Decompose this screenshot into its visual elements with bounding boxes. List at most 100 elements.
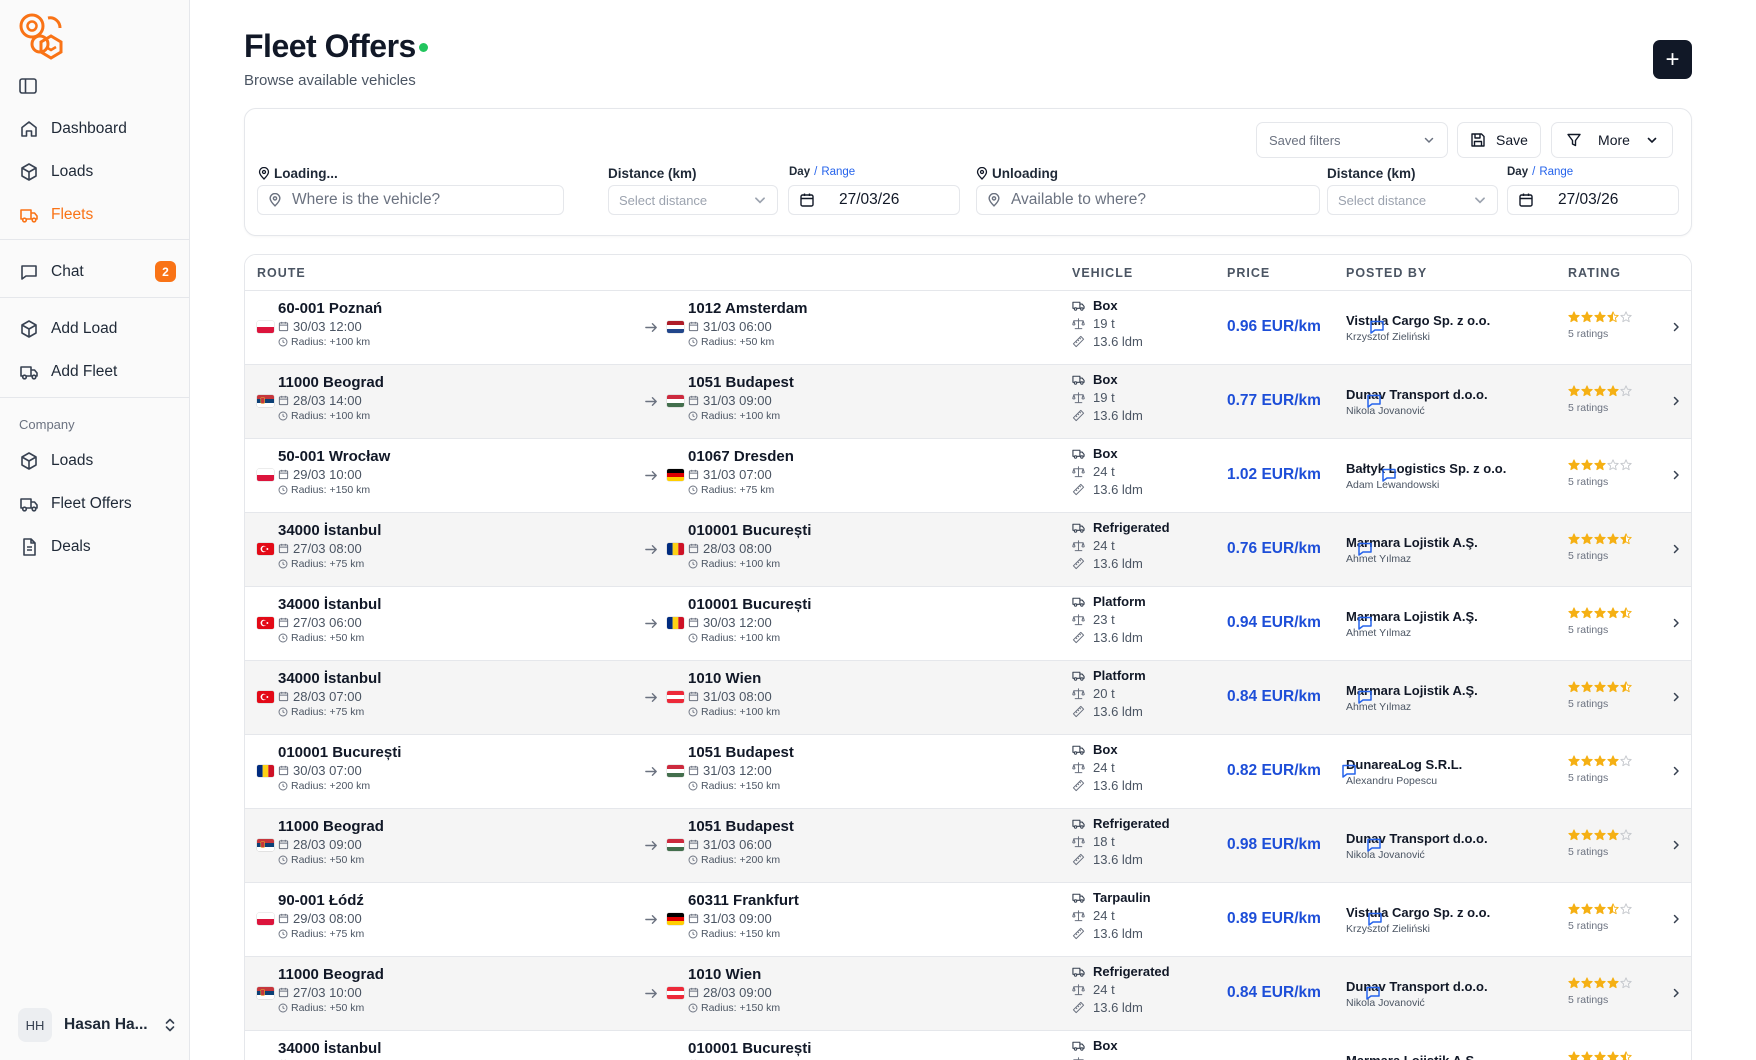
- origin-date-text: 28/03 09:00: [293, 837, 362, 852]
- message-icon[interactable]: [1366, 393, 1382, 409]
- table-row[interactable]: 60-001 Poznań 30/03 12:00 Radius: +100 k…: [245, 291, 1691, 365]
- user-menu[interactable]: HH Hasan Ha...: [18, 1008, 178, 1042]
- nav-fleets[interactable]: Fleets: [0, 193, 190, 236]
- nav-chat[interactable]: Chat 2: [0, 250, 190, 293]
- day-label[interactable]: Day: [789, 166, 810, 178]
- chevron-right-icon[interactable]: [1670, 543, 1682, 555]
- message-icon[interactable]: [1367, 911, 1383, 927]
- unloading-location-input[interactable]: Available to where?: [976, 185, 1320, 215]
- ruler-icon: [1072, 1001, 1085, 1014]
- calendar-icon: [278, 543, 289, 554]
- calendar-icon: [688, 839, 699, 850]
- nav-loads[interactable]: Loads: [0, 150, 190, 193]
- message-icon[interactable]: [1357, 615, 1373, 631]
- nav-dashboard[interactable]: Dashboard: [0, 107, 190, 150]
- column-header-rating[interactable]: RATING: [1568, 266, 1621, 280]
- nav-fleet-offers[interactable]: Fleet Offers: [0, 482, 190, 525]
- chevron-right-icon[interactable]: [1670, 395, 1682, 407]
- ruler-icon: [1072, 779, 1085, 792]
- calendar-icon: [688, 691, 699, 702]
- chevron-right-icon[interactable]: [1670, 839, 1682, 851]
- add-fleet-offer-button[interactable]: +: [1653, 40, 1692, 79]
- table-row[interactable]: 34000 İstanbul 27/03 06:00 Radius: +50 k…: [245, 587, 1691, 661]
- table-row[interactable]: 010001 București 30/03 07:00 Radius: +20…: [245, 735, 1691, 809]
- ruler-icon: [1072, 557, 1085, 570]
- save-filter-button[interactable]: Save: [1457, 122, 1541, 158]
- message-icon[interactable]: [1341, 763, 1357, 779]
- contact-name: Nikola Jovanović: [1346, 997, 1425, 1009]
- day-label[interactable]: Day: [1507, 166, 1528, 178]
- column-header-route[interactable]: ROUTE: [257, 266, 306, 280]
- nav-company-loads[interactable]: Loads: [0, 439, 190, 482]
- column-header-vehicle[interactable]: VEHICLE: [1072, 266, 1133, 280]
- message-icon[interactable]: [1365, 985, 1381, 1001]
- nav-add-load[interactable]: Add Load: [0, 307, 190, 350]
- company-name[interactable]: DunareaLog S.R.L.: [1346, 757, 1462, 772]
- vehicle-weight: 24 t: [1072, 760, 1115, 775]
- column-header-posted-by[interactable]: POSTED BY: [1346, 266, 1427, 280]
- chevron-right-icon[interactable]: [1670, 321, 1682, 333]
- origin-city: 34000 İstanbul: [278, 670, 382, 687]
- box-icon: [21, 319, 37, 338]
- message-icon[interactable]: [1381, 467, 1397, 483]
- vehicle-type-text: Box: [1093, 298, 1118, 313]
- table-row[interactable]: 90-001 Łódź 29/03 08:00 Radius: +75 km 6…: [245, 883, 1691, 957]
- star-icon: [1607, 681, 1619, 693]
- ratings-count: 5 ratings: [1568, 772, 1609, 784]
- table-row[interactable]: 11000 Beograd 27/03 10:00 Radius: +50 km…: [245, 957, 1691, 1031]
- vehicle-ldm: 13.6 ldm: [1072, 482, 1143, 497]
- loading-location-input[interactable]: Where is the vehicle?: [257, 185, 564, 215]
- message-icon[interactable]: [1357, 541, 1373, 557]
- page-title: Fleet Offers: [244, 28, 416, 64]
- chevron-right-icon[interactable]: [1670, 913, 1682, 925]
- vehicle-weight-text: 19 t: [1093, 316, 1115, 331]
- saved-filters-select[interactable]: Saved filters: [1256, 122, 1448, 158]
- chevron-right-icon[interactable]: [1670, 765, 1682, 777]
- chevron-right-icon[interactable]: [1670, 617, 1682, 629]
- table-row[interactable]: 34000 İstanbul 27/03 08:00 Radius: +75 k…: [245, 513, 1691, 587]
- destination-flag-icon: [667, 765, 684, 777]
- map-pin-icon: [258, 167, 270, 180]
- destination-radius: Radius: +150 km: [688, 780, 780, 792]
- sidebar-toggle-icon[interactable]: [19, 78, 37, 94]
- table-row[interactable]: 50-001 Wrocław 29/03 10:00 Radius: +150 …: [245, 439, 1691, 513]
- app-logo[interactable]: [18, 12, 68, 60]
- nav-deals[interactable]: Deals: [0, 525, 190, 568]
- destination-flag-icon: [667, 987, 684, 999]
- origin-radius: Radius: +50 km: [278, 632, 364, 644]
- rating-stars: [1568, 681, 1632, 693]
- company-name[interactable]: Bałtyk Logistics Sp. z o.o.: [1346, 461, 1506, 476]
- calendar-icon: [278, 691, 289, 702]
- origin-radius: Radius: +150 km: [278, 484, 370, 496]
- table-row[interactable]: 34000 İstanbul 010001 București Box Marm…: [245, 1031, 1691, 1060]
- destination-radius-text: Radius: +150 km: [701, 1002, 781, 1014]
- chevron-right-icon[interactable]: [1670, 691, 1682, 703]
- unloading-label: Unloading: [976, 166, 1058, 181]
- range-link[interactable]: Range: [1539, 166, 1573, 178]
- table-row[interactable]: 11000 Beograd 28/03 14:00 Radius: +100 k…: [245, 365, 1691, 439]
- range-link[interactable]: Range: [821, 166, 855, 178]
- chevron-right-icon[interactable]: [1670, 987, 1682, 999]
- origin-radius: Radius: +75 km: [278, 706, 364, 718]
- table-row[interactable]: 34000 İstanbul 28/03 07:00 Radius: +75 k…: [245, 661, 1691, 735]
- loading-distance-select[interactable]: Select distance: [608, 185, 778, 215]
- message-icon[interactable]: [1369, 319, 1385, 335]
- unloading-date-input[interactable]: 27/03/26: [1507, 185, 1679, 215]
- nav-label: Loads: [51, 162, 94, 180]
- nav-add-fleet[interactable]: Add Fleet: [0, 350, 190, 393]
- vehicle-weight: 23 t: [1072, 612, 1115, 627]
- loading-date-input[interactable]: 27/03/26: [788, 185, 960, 215]
- arrow-right-icon: [645, 915, 657, 924]
- column-header-price[interactable]: PRICE: [1227, 266, 1270, 280]
- chevron-right-icon[interactable]: [1670, 469, 1682, 481]
- more-filters-button[interactable]: More: [1551, 122, 1673, 158]
- clock-icon: [278, 707, 288, 717]
- table-row[interactable]: 11000 Beograd 28/03 09:00 Radius: +50 km…: [245, 809, 1691, 883]
- company-name[interactable]: Vistula Cargo Sp. z o.o.: [1346, 313, 1490, 328]
- price: 0.89 EUR/km: [1227, 910, 1321, 927]
- unloading-distance-select[interactable]: Select distance: [1327, 185, 1498, 215]
- main-nav: Dashboard Loads Fleets: [0, 107, 190, 236]
- star-icon: [1620, 311, 1632, 323]
- message-icon[interactable]: [1357, 689, 1373, 705]
- message-icon[interactable]: [1366, 837, 1382, 853]
